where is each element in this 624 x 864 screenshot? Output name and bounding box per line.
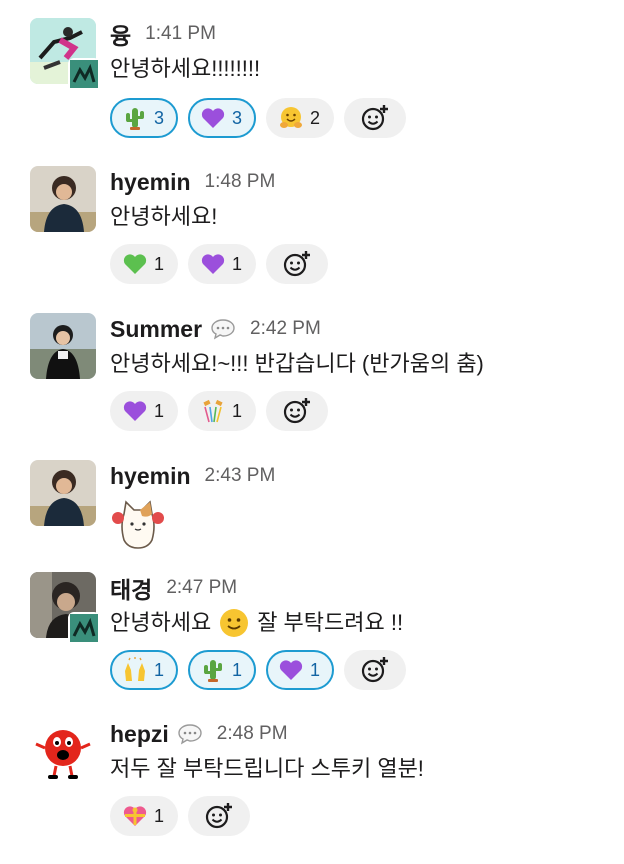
message-header: Summer 2:42 PM [110, 311, 321, 347]
person-avatar-icon [30, 313, 96, 379]
reaction-purple-heart[interactable]: 1 [110, 391, 179, 431]
timestamp[interactable]: 1:48 PM [205, 171, 276, 193]
message-text: 안녕하세요 잘 부탁드려요 !! [110, 608, 403, 638]
reaction-count: 1 [154, 805, 165, 826]
purple-heart-emoji-icon [278, 657, 304, 683]
avatar[interactable] [30, 718, 96, 784]
reaction-bar: 3 3 2 [110, 98, 407, 138]
reaction-hugging-face[interactable]: 2 [266, 98, 335, 138]
reaction-purple-heart[interactable]: 3 [188, 98, 257, 138]
speech-bubble-status-icon [177, 723, 203, 745]
author-name[interactable]: Summer [110, 316, 202, 343]
reaction-bar: 1 [110, 796, 251, 836]
speech-bubble-status-icon [210, 318, 236, 340]
red-character-avatar-icon [30, 718, 96, 784]
timestamp[interactable]: 1:41 PM [145, 23, 216, 45]
add-reaction-icon [282, 249, 312, 279]
message-text: 안녕하세요! [110, 204, 218, 229]
reaction-count: 3 [154, 107, 165, 128]
reaction-count: 1 [232, 400, 243, 421]
timestamp[interactable]: 2:42 PM [250, 318, 321, 340]
cat-cheering-sticker-icon [112, 500, 164, 549]
message-header: 융 1:41 PM [110, 16, 216, 52]
reaction-count: 3 [232, 107, 243, 128]
add-reaction-button[interactable] [266, 391, 329, 431]
add-reaction-icon [360, 655, 390, 685]
add-reaction-icon [204, 801, 234, 831]
reaction-heart-with-ribbon[interactable]: 1 [110, 796, 179, 836]
reaction-green-heart[interactable]: 1 [110, 244, 179, 284]
reaction-cactus[interactable]: 1 [188, 650, 257, 690]
reaction-cactus[interactable]: 3 [110, 98, 179, 138]
add-reaction-button[interactable] [344, 650, 407, 690]
workspace-badge-icon [68, 58, 100, 90]
hugging-face-emoji-icon [278, 105, 304, 131]
confetti-emoji-icon [200, 398, 226, 424]
reaction-bar: 1 1 1 [110, 650, 407, 690]
reaction-raising-hands[interactable]: 1 [110, 650, 179, 690]
reaction-count: 1 [310, 659, 321, 680]
add-reaction-button[interactable] [266, 244, 329, 284]
add-reaction-button[interactable] [188, 796, 251, 836]
timestamp[interactable]: 2:48 PM [217, 723, 288, 745]
purple-heart-emoji-icon [200, 105, 226, 131]
reaction-purple-heart[interactable]: 1 [266, 650, 335, 690]
author-name[interactable]: 융 [110, 17, 131, 51]
purple-heart-emoji-icon [122, 398, 148, 424]
reaction-count: 1 [154, 400, 165, 421]
person-avatar-icon [30, 460, 96, 526]
message-text: 저두 잘 부탁드립니다 스투키 열분! [110, 756, 424, 781]
avatar[interactable] [30, 313, 96, 379]
avatar[interactable] [30, 460, 96, 526]
reaction-bar: 1 1 [110, 244, 329, 284]
slightly-smiling-face-emoji-icon [220, 609, 249, 637]
reaction-count: 1 [154, 253, 165, 274]
timestamp[interactable]: 2:47 PM [166, 577, 237, 599]
add-reaction-icon [282, 396, 312, 426]
reaction-count: 1 [232, 659, 243, 680]
message-header: hyemin 1:48 PM [110, 164, 275, 200]
reaction-confetti[interactable]: 1 [188, 391, 257, 431]
purple-heart-emoji-icon [200, 251, 226, 277]
author-name[interactable]: hyemin [110, 463, 191, 490]
message-header: 태경 2:47 PM [110, 570, 237, 606]
heart-with-ribbon-emoji-icon [122, 803, 148, 829]
timestamp[interactable]: 2:43 PM [205, 465, 276, 487]
green-heart-emoji-icon [122, 251, 148, 277]
message-text-part: 안녕하세요 [110, 610, 212, 635]
reaction-count: 2 [310, 107, 321, 128]
person-avatar-icon [30, 166, 96, 232]
add-reaction-button[interactable] [344, 98, 407, 138]
raising-hands-emoji-icon [122, 657, 148, 683]
message-text: 안녕하세요!!!!!!!! [110, 56, 261, 81]
reaction-purple-heart[interactable]: 1 [188, 244, 257, 284]
message-header: hyemin 2:43 PM [110, 458, 275, 494]
avatar[interactable] [30, 166, 96, 232]
message-feed: 융 1:41 PM 안녕하세요!!!!!!!! 3 3 2 hyemin 1:4… [0, 0, 624, 864]
reaction-count: 1 [154, 659, 165, 680]
add-reaction-icon [360, 103, 390, 133]
message-text: 안녕하세요!~!!! 반갑습니다 (반가움의 춤) [110, 351, 484, 376]
message-text-part: 잘 부탁드려요 !! [257, 610, 404, 635]
reaction-bar: 1 1 [110, 391, 329, 431]
message-header: hepzi 2:48 PM [110, 716, 288, 752]
author-name[interactable]: hepzi [110, 721, 169, 748]
cactus-emoji-icon [122, 105, 148, 131]
workspace-badge-icon [68, 612, 100, 644]
cactus-emoji-icon [200, 657, 226, 683]
reaction-count: 1 [232, 253, 243, 274]
author-name[interactable]: hyemin [110, 169, 191, 196]
author-name[interactable]: 태경 [110, 571, 152, 605]
